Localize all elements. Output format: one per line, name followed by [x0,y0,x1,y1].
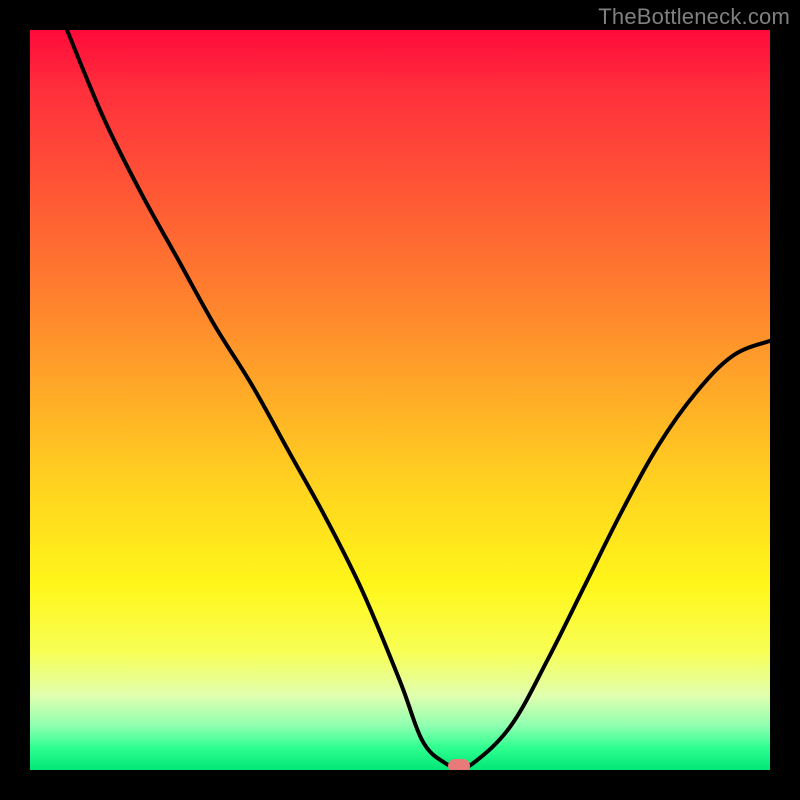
bottleneck-curve [67,30,770,767]
optimal-point-marker [448,759,470,770]
plot-area [30,30,770,770]
chart-frame: TheBottleneck.com [0,0,800,800]
watermark-text: TheBottleneck.com [598,4,790,30]
curve-svg [30,30,770,770]
